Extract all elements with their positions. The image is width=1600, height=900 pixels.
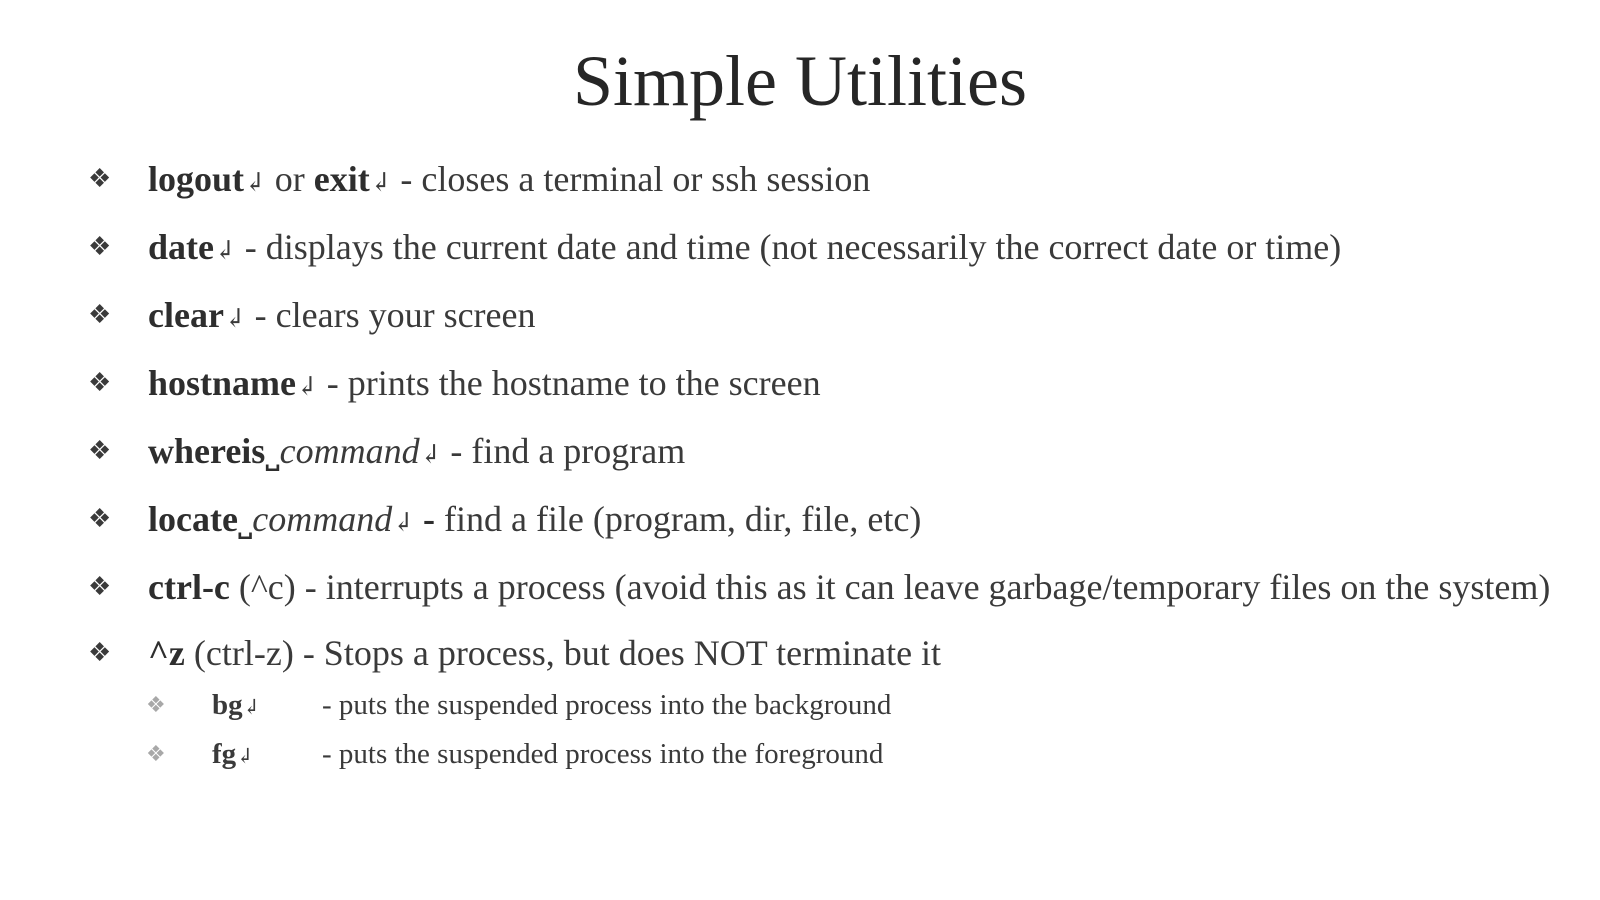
command-description: - clears your screen [245, 295, 536, 335]
bullet-date: ❖ date↲ - displays the current date and … [88, 225, 1568, 273]
bullet-text: ^z (ctrl-z) - Stops a process, but does … [148, 631, 1568, 675]
command-name: fg [212, 738, 237, 770]
bullet-text: logout↲ or exit↲ - closes a terminal or … [148, 157, 1568, 205]
command-name: ctrl-c [148, 567, 230, 607]
enter-key-icon: ↲ [296, 372, 318, 401]
sub-command: bg↲ [212, 687, 322, 725]
diamond-bullet-icon: ❖ [88, 504, 112, 533]
bullet-ctrl-z: ❖ ^z (ctrl-z) - Stops a process, but doe… [88, 631, 1568, 675]
enter-key-icon: ↲ [369, 168, 392, 197]
bullet-text: hostname↲ - prints the hostname to the s… [148, 361, 1568, 409]
enter-key-icon: ↲ [419, 440, 442, 469]
enter-key-icon: ↲ [236, 744, 254, 768]
command-description: - closes a terminal or ssh session [391, 159, 871, 199]
bullet-text: clear↲ - clears your screen [148, 293, 1568, 341]
enter-key-icon: ↲ [214, 236, 236, 265]
command-name: whereis [148, 431, 266, 471]
bullet-text: date↲ - displays the current date and ti… [148, 225, 1568, 273]
command-name: logout [148, 159, 245, 199]
command-argument: command [252, 499, 393, 539]
enter-key-icon: ↲ [244, 168, 266, 197]
bullet-list: ❖ logout↲ or exit↲ - closes a terminal o… [88, 157, 1568, 785]
bullet-text: locate˽command↲ - find a file (program, … [148, 497, 1568, 545]
space-key-icon: ˽ [237, 499, 253, 539]
sub-command: fg↲ [212, 736, 322, 774]
slide: Simple Utilities ❖ logout↲ or exit↲ - cl… [0, 0, 1600, 900]
sub-bullet-bg: ❖ bg↲ - puts the suspended process into … [146, 687, 1568, 725]
bullet-logout: ❖ logout↲ or exit↲ - closes a terminal o… [88, 157, 1568, 205]
command-description: - find a program [441, 431, 686, 471]
enter-key-icon: ↲ [242, 695, 261, 719]
diamond-bullet-icon: ❖ [146, 692, 166, 717]
bullet-text: ctrl-c (^c) - interrupts a process (avoi… [148, 565, 1568, 609]
space-key-icon: ˽ [265, 431, 280, 471]
command-name: exit [313, 159, 370, 199]
bullet-locate: ❖ locate˽command↲ - find a file (program… [88, 497, 1568, 545]
enter-key-icon: ↲ [392, 508, 414, 537]
enter-key-icon: ↲ [223, 304, 246, 333]
command-name: date [148, 227, 214, 267]
bullet-text: whereis˽command↲ - find a program [148, 429, 1568, 477]
command-name: locate [148, 499, 238, 539]
command-name: ^z [148, 633, 185, 673]
dash-separator: - [413, 499, 435, 539]
diamond-bullet-icon: ❖ [88, 638, 112, 667]
command-description: - puts the suspended process into the fo… [322, 738, 884, 770]
diamond-bullet-icon: ❖ [88, 572, 112, 601]
diamond-bullet-icon: ❖ [88, 232, 112, 261]
bullet-hostname: ❖ hostname↲ - prints the hostname to the… [88, 361, 1568, 409]
command-description: (ctrl-z) - Stops a process, but does NOT… [184, 633, 942, 673]
command-name: clear [148, 295, 224, 335]
command-name: hostname [148, 363, 297, 403]
diamond-bullet-icon: ❖ [88, 164, 112, 193]
diamond-bullet-icon: ❖ [88, 300, 112, 329]
diamond-bullet-icon: ❖ [88, 368, 112, 397]
diamond-bullet-icon: ❖ [146, 741, 166, 766]
bullet-clear: ❖ clear↲ - clears your screen [88, 293, 1568, 341]
command-description: find a file (program, dir, file, etc) [434, 499, 922, 539]
command-description: (^c) - interrupts a process (avoid this … [229, 567, 1551, 607]
command-description: - puts the suspended process into the ba… [322, 689, 892, 721]
command-description: - displays the current date and time (no… [235, 227, 1342, 267]
command-argument: command [279, 431, 420, 471]
slide-title: Simple Utilities [572, 41, 1027, 121]
sub-bullet-fg: ❖ fg↲ - puts the suspended process into … [146, 736, 1568, 774]
command-description: - prints the hostname to the screen [317, 363, 821, 403]
diamond-bullet-icon: ❖ [88, 436, 112, 465]
bullet-whereis: ❖ whereis˽command↲ - find a program [88, 429, 1568, 477]
command-name: bg [212, 689, 243, 721]
bullet-ctrl-c: ❖ ctrl-c (^c) - interrupts a process (av… [88, 565, 1568, 609]
connector-text: or [265, 159, 314, 199]
